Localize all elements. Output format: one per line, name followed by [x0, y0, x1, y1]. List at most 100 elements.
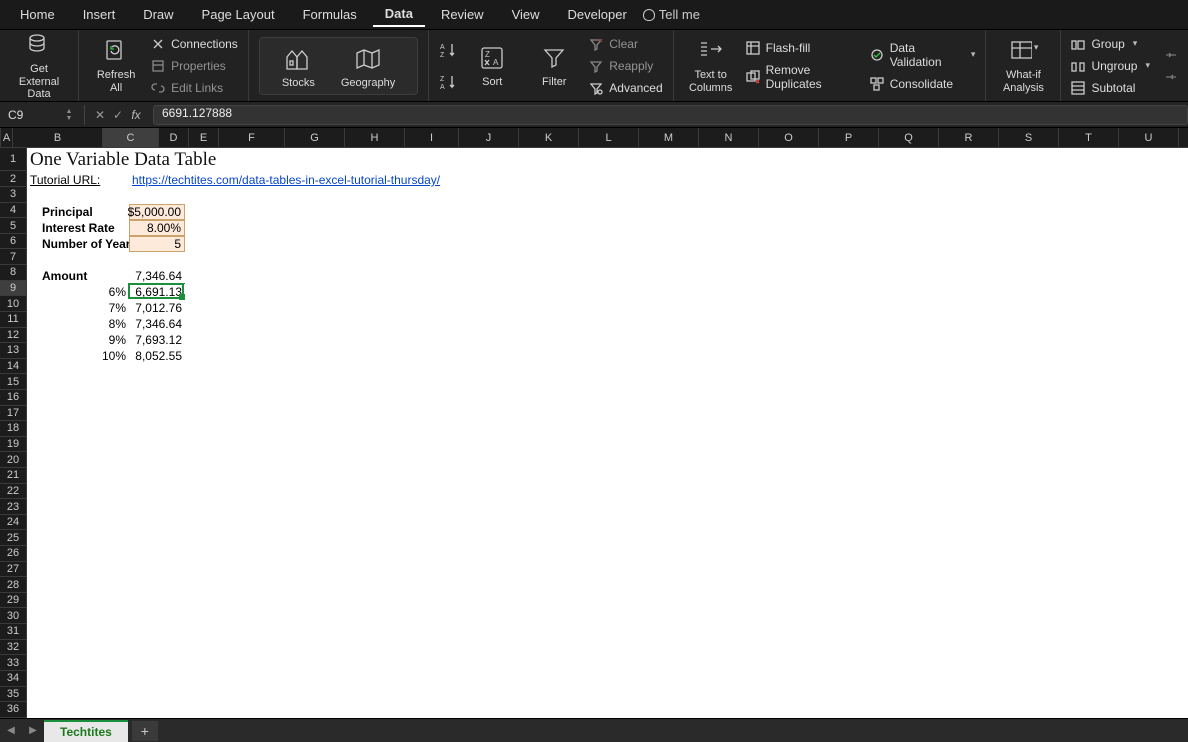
sheet-nav-prev[interactable]: ◀	[0, 725, 22, 736]
row-header-19[interactable]: 19	[0, 437, 27, 453]
row-header-28[interactable]: 28	[0, 577, 27, 593]
data-types-gallery[interactable]: Stocks Geography	[259, 37, 418, 95]
text-to-columns-button[interactable]: Text to Columns	[684, 36, 738, 94]
sort-desc-button[interactable]: ZA	[439, 71, 457, 93]
row-header-6[interactable]: 6	[0, 234, 27, 250]
geography-button[interactable]: Geography	[341, 44, 395, 90]
tab-page-layout[interactable]: Page Layout	[190, 3, 287, 26]
row-header-4[interactable]: 4	[0, 203, 27, 219]
sheet-tab-active[interactable]: Techtites	[44, 720, 128, 742]
column-header-K[interactable]: K	[519, 128, 579, 147]
cell-C5[interactable]: 8.00%	[129, 220, 185, 236]
column-header-J[interactable]: J	[459, 128, 519, 147]
column-header-E[interactable]: E	[189, 128, 219, 147]
row-header-23[interactable]: 23	[0, 499, 27, 515]
show-detail-button[interactable]	[1164, 48, 1178, 62]
flash-fill-button[interactable]: Flash-fill	[746, 39, 862, 57]
cell-B9[interactable]: 6%	[39, 284, 129, 300]
column-header-L[interactable]: L	[579, 128, 639, 147]
cell-C2[interactable]: https://techtites.com/data-tables-in-exc…	[129, 172, 509, 188]
cell-B10[interactable]: 7%	[39, 300, 129, 316]
accept-formula-button[interactable]: ✓	[109, 108, 127, 122]
refresh-all-button[interactable]: Refresh All	[89, 36, 143, 94]
row-header-10[interactable]: 10	[0, 296, 27, 312]
row-header-25[interactable]: 25	[0, 530, 27, 546]
row-header-9[interactable]: 9	[0, 281, 27, 297]
row-header-7[interactable]: 7	[0, 249, 27, 265]
column-header-G[interactable]: G	[285, 128, 345, 147]
row-header-1[interactable]: 1	[0, 148, 27, 171]
cell-C9[interactable]: 6,691.13	[129, 284, 185, 300]
consolidate-button[interactable]: Consolidate	[870, 75, 976, 93]
cell-C4[interactable]: $5,000.00	[129, 204, 185, 220]
column-header-P[interactable]: P	[819, 128, 879, 147]
row-header-33[interactable]: 33	[0, 655, 27, 671]
data-validation-button[interactable]: Data Validation ▾	[870, 39, 976, 71]
cancel-formula-button[interactable]: ✕	[91, 108, 109, 122]
row-header-27[interactable]: 27	[0, 562, 27, 578]
column-header-F[interactable]: F	[219, 128, 285, 147]
cell-A2[interactable]: Tutorial URL:	[27, 172, 117, 188]
tab-formulas[interactable]: Formulas	[291, 3, 369, 26]
row-header-17[interactable]: 17	[0, 406, 27, 422]
hide-detail-button[interactable]	[1164, 70, 1178, 84]
tell-me-search[interactable]: Tell me	[643, 7, 700, 22]
cell-C10[interactable]: 7,012.76	[129, 300, 185, 316]
row-header-8[interactable]: 8	[0, 265, 27, 281]
what-if-analysis-button[interactable]: ▾ What-if Analysis	[996, 36, 1050, 94]
cell-B5[interactable]: Interest Rate	[39, 220, 129, 236]
tab-developer[interactable]: Developer	[556, 3, 639, 26]
row-header-21[interactable]: 21	[0, 468, 27, 484]
name-box-stepper[interactable]: ▲▼	[60, 108, 78, 122]
reapply-button[interactable]: Reapply	[589, 57, 662, 75]
column-header-S[interactable]: S	[999, 128, 1059, 147]
edit-links-button[interactable]: Edit Links	[151, 79, 238, 97]
column-header-Q[interactable]: Q	[879, 128, 939, 147]
column-header-H[interactable]: H	[345, 128, 405, 147]
column-header-A[interactable]: A	[1, 128, 13, 147]
column-header-U[interactable]: U	[1119, 128, 1179, 147]
column-header-C[interactable]: C	[103, 128, 159, 147]
clear-button[interactable]: Clear	[589, 35, 662, 53]
column-header-B[interactable]: B	[13, 128, 103, 147]
column-header-N[interactable]: N	[699, 128, 759, 147]
column-header-D[interactable]: D	[159, 128, 189, 147]
row-header-16[interactable]: 16	[0, 390, 27, 406]
column-header-R[interactable]: R	[939, 128, 999, 147]
row-header-2[interactable]: 2	[0, 171, 27, 187]
worksheet-grid[interactable]: 1234567891011121314151617181920212223242…	[0, 148, 1188, 718]
tab-data[interactable]: Data	[373, 2, 425, 27]
sort-asc-button[interactable]: AZ	[439, 39, 457, 61]
name-box[interactable]: C9	[0, 108, 60, 122]
row-header-29[interactable]: 29	[0, 593, 27, 609]
row-header-35[interactable]: 35	[0, 687, 27, 703]
cell-C13[interactable]: 8,052.55	[129, 348, 185, 364]
cell-B13[interactable]: 10%	[39, 348, 129, 364]
properties-button[interactable]: Properties	[151, 57, 238, 75]
row-header-20[interactable]: 20	[0, 452, 27, 468]
group-button[interactable]: Group ▾	[1071, 35, 1150, 53]
column-header-V[interactable]: V	[1179, 128, 1188, 147]
row-header-22[interactable]: 22	[0, 484, 27, 500]
cell-B4[interactable]: Principal	[39, 204, 129, 220]
column-header-T[interactable]: T	[1059, 128, 1119, 147]
column-header-O[interactable]: O	[759, 128, 819, 147]
get-external-data-button[interactable]: Get External Data	[10, 30, 68, 101]
row-header-12[interactable]: 12	[0, 328, 27, 344]
remove-duplicates-button[interactable]: Remove Duplicates	[746, 61, 862, 93]
connections-button[interactable]: Connections	[151, 35, 238, 53]
row-header-26[interactable]: 26	[0, 546, 27, 562]
row-header-34[interactable]: 34	[0, 671, 27, 687]
tab-view[interactable]: View	[500, 3, 552, 26]
column-header-I[interactable]: I	[405, 128, 459, 147]
row-header-14[interactable]: 14	[0, 359, 27, 375]
cell-A1[interactable]: One Variable Data Table	[27, 148, 427, 172]
row-header-15[interactable]: 15	[0, 374, 27, 390]
filter-button[interactable]: Filter	[527, 43, 581, 89]
add-sheet-button[interactable]: +	[132, 721, 158, 741]
sheet-nav-next[interactable]: ▶	[22, 725, 44, 736]
ungroup-button[interactable]: Ungroup ▾	[1071, 57, 1150, 75]
fx-button[interactable]: fx	[127, 108, 145, 122]
tab-home[interactable]: Home	[8, 3, 67, 26]
advanced-button[interactable]: Advanced	[589, 79, 662, 97]
